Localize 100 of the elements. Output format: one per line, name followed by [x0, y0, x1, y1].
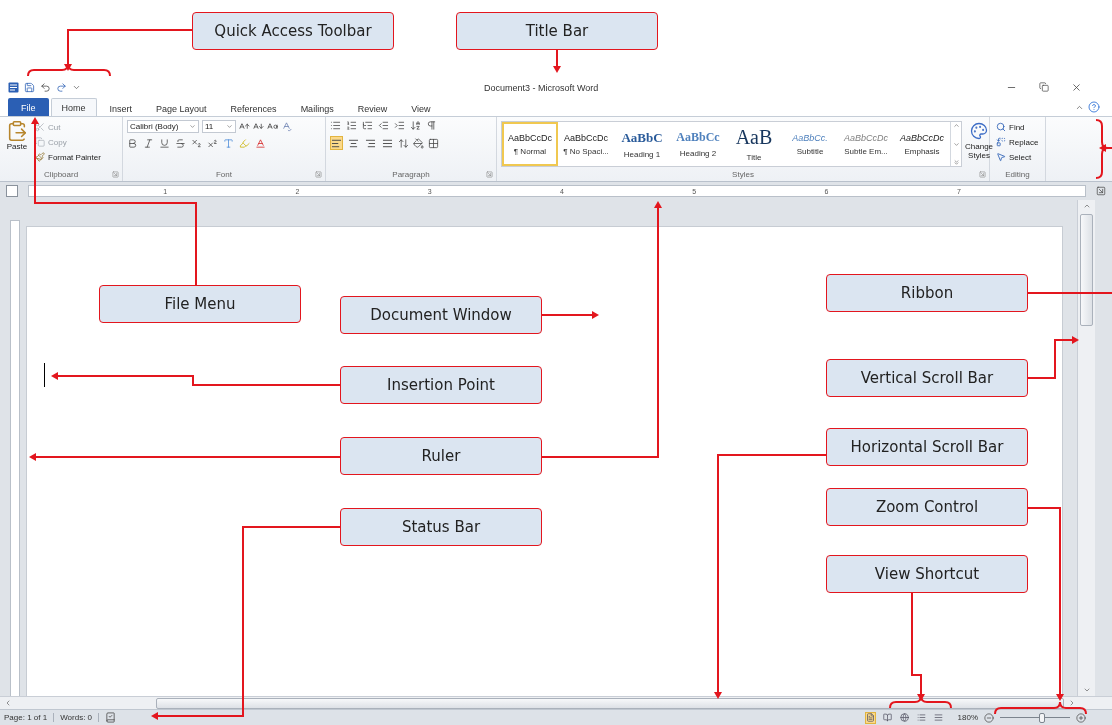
- save-icon[interactable]: [24, 82, 35, 93]
- borders-icon[interactable]: [428, 137, 439, 149]
- window-title: Document3 - Microsoft Word: [484, 82, 599, 93]
- dropdown-icon[interactable]: [226, 123, 233, 130]
- shading-icon[interactable]: [413, 137, 424, 149]
- horizontal-scroll-bar[interactable]: [0, 696, 1112, 709]
- line-spacing-icon[interactable]: [398, 137, 409, 149]
- palette-icon[interactable]: [970, 122, 988, 140]
- callout-label: Vertical Scroll Bar: [826, 359, 1028, 397]
- bold-icon[interactable]: [127, 138, 138, 149]
- help-icon[interactable]: [1088, 101, 1100, 113]
- redo-icon[interactable]: [56, 82, 67, 93]
- editing-button[interactable]: Find: [994, 120, 1041, 134]
- underline-icon[interactable]: [159, 138, 170, 149]
- callout-label: Zoom Control: [826, 488, 1028, 526]
- callout-label: Title Bar: [456, 12, 658, 50]
- zoom-thumb[interactable]: [1039, 712, 1045, 723]
- launcher-icon[interactable]: [486, 171, 493, 178]
- strikethrough-icon[interactable]: [175, 138, 186, 149]
- customize-toolbar-icon[interactable]: [72, 83, 81, 92]
- close-icon[interactable]: [1071, 82, 1082, 93]
- callout-label: Insertion Point: [340, 366, 542, 404]
- clipboard-button[interactable]: Format Painter: [33, 150, 103, 164]
- callout-bracket: [1095, 119, 1109, 179]
- superscript-icon[interactable]: [207, 138, 218, 149]
- zoom-out-icon[interactable]: [984, 712, 994, 723]
- multilevel-list-icon[interactable]: [362, 120, 373, 131]
- search-icon: [996, 122, 1006, 132]
- launcher-icon[interactable]: [112, 171, 119, 178]
- view-button[interactable]: [864, 711, 876, 724]
- pilcrow-icon[interactable]: [426, 120, 437, 131]
- callout-label: File Menu: [99, 285, 301, 323]
- scroll-thumb[interactable]: [156, 697, 1064, 709]
- subscript-icon[interactable]: [191, 138, 202, 149]
- bullets-icon[interactable]: [330, 120, 341, 131]
- ribbon-tab[interactable]: View: [400, 100, 442, 116]
- tab-selector[interactable]: [6, 185, 18, 197]
- increase-indent-icon[interactable]: [394, 120, 405, 131]
- shrink-font-icon[interactable]: [253, 121, 264, 132]
- replace-icon: [996, 137, 1006, 147]
- paste-button[interactable]: Paste: [4, 120, 30, 169]
- file-tab[interactable]: File: [8, 98, 49, 116]
- launcher-icon[interactable]: [979, 171, 986, 178]
- paintbrush-icon[interactable]: [35, 152, 45, 162]
- app-logo-icon: [8, 82, 19, 93]
- vertical-scroll-bar[interactable]: [1077, 200, 1095, 696]
- view-button[interactable]: [898, 711, 910, 724]
- grow-font-icon[interactable]: [239, 121, 250, 132]
- ribbon-tab[interactable]: Home: [50, 98, 97, 116]
- scroll-up-icon[interactable]: [952, 122, 960, 129]
- scroll-down-icon[interactable]: [1082, 686, 1091, 694]
- editing-button[interactable]: Select: [994, 150, 1041, 164]
- ribbon-tab[interactable]: References: [219, 100, 288, 116]
- proofing-icon[interactable]: [105, 712, 117, 723]
- word-count[interactable]: Words: 0: [60, 713, 100, 722]
- view-button[interactable]: [915, 711, 927, 724]
- leader-line: [1099, 144, 1112, 152]
- callout-label: Ribbon: [826, 274, 1028, 312]
- font-color-icon[interactable]: [255, 138, 266, 149]
- view-button[interactable]: [932, 711, 944, 724]
- ribbon-tab[interactable]: Page Layout: [145, 100, 218, 116]
- style-item[interactable]: AaBbCcDc ¶ Normal: [502, 122, 558, 166]
- page-count[interactable]: Page: 1 of 1: [4, 713, 55, 722]
- ribbon-tab[interactable]: Mailings: [289, 100, 345, 116]
- zoom-in-icon[interactable]: [1076, 712, 1086, 723]
- pointer-icon: [996, 152, 1006, 162]
- ribbon-tab[interactable]: Insert: [98, 100, 144, 116]
- dropdown-icon[interactable]: [189, 123, 196, 130]
- scroll-down-icon[interactable]: [952, 140, 960, 148]
- change-styles-button[interactable]: Change Styles: [965, 120, 994, 169]
- text-effects-icon[interactable]: [223, 138, 234, 149]
- undo-icon[interactable]: [40, 82, 51, 93]
- ribbon-tab[interactable]: Review: [346, 100, 399, 116]
- zoom-level[interactable]: 180%: [957, 713, 978, 722]
- scroll-thumb[interactable]: [1080, 214, 1093, 326]
- view-button[interactable]: [881, 711, 893, 724]
- clipboard-icon[interactable]: [6, 120, 28, 142]
- font-size-field[interactable]: 11: [202, 120, 236, 133]
- font-name-field[interactable]: Calibri (Body): [127, 120, 199, 133]
- scroll-up-icon[interactable]: [1082, 202, 1091, 210]
- leader-line: [553, 49, 561, 73]
- scroll-right-icon[interactable]: [1068, 699, 1076, 707]
- leader-line: [1027, 336, 1079, 379]
- numbering-icon[interactable]: [346, 120, 357, 131]
- editing-button[interactable]: Replace: [994, 135, 1041, 149]
- view-ruler-icon[interactable]: [1096, 186, 1106, 196]
- decrease-indent-icon[interactable]: [378, 120, 389, 131]
- callout-bracket: [889, 695, 952, 709]
- scroll-left-icon[interactable]: [4, 699, 12, 707]
- change-case-icon[interactable]: [267, 121, 278, 132]
- restore-icon[interactable]: [1039, 82, 1049, 92]
- group-label: Styles: [732, 169, 754, 181]
- align-button[interactable]: [330, 136, 343, 150]
- group-label: Clipboard: [43, 169, 79, 181]
- launcher-icon[interactable]: [315, 171, 322, 178]
- more-styles-icon[interactable]: [952, 159, 960, 166]
- callout-label: Status Bar: [340, 508, 542, 546]
- callout-label: Document Window: [340, 296, 542, 334]
- italic-icon[interactable]: [143, 138, 154, 149]
- sort-icon[interactable]: [410, 120, 421, 131]
